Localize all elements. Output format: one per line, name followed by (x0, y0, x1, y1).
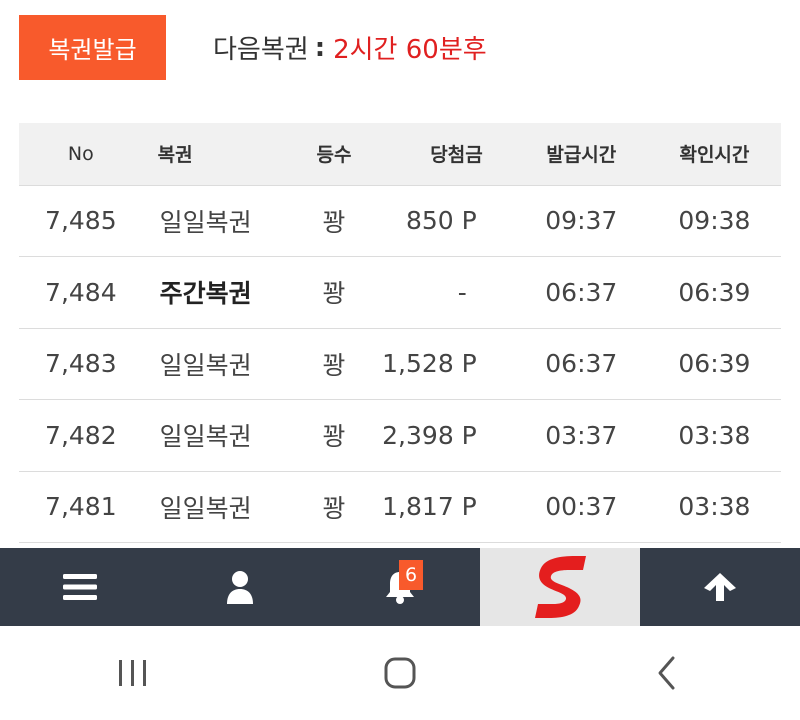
notification-badge: 6 (399, 560, 423, 590)
user-icon (227, 571, 253, 604)
home-icon (384, 657, 416, 689)
cell-rank: 꽝 (299, 256, 369, 329)
cell-lottery: 일일복권 (142, 328, 300, 400)
cell-checked: 06:39 (647, 328, 781, 400)
next-lottery-label: 다음복권 (213, 35, 309, 65)
cell-issued: 06:37 (514, 328, 648, 400)
cell-prize: 2,398 P (368, 399, 515, 472)
cell-issued: 06:37 (514, 256, 648, 329)
back-icon (658, 656, 675, 690)
menu-button[interactable] (0, 548, 160, 626)
col-header-checked: 확인시간 (647, 123, 781, 186)
site-logo (535, 556, 586, 618)
home-button[interactable] (370, 643, 430, 703)
col-header-lottery: 복권 (142, 123, 300, 186)
cell-no: 7,481 (19, 471, 143, 543)
cell-issued: 00:37 (514, 471, 648, 543)
cell-prize: 1,817 P (368, 471, 515, 543)
cell-checked: 03:38 (647, 399, 781, 472)
scroll-top-button[interactable] (640, 548, 800, 626)
cell-checked: 03:38 (647, 471, 781, 543)
table-row: 7,481 일일복권 꽝 1,817 P 00:37 03:38 (19, 471, 781, 543)
top-bar: 복권발급 다음복권 : 2시간 60분후 (19, 15, 487, 80)
cell-no: 7,485 (19, 185, 143, 257)
table-row: 7,483 일일복권 꽝 1,528 P 06:37 06:39 (19, 328, 781, 400)
col-header-no: No (19, 123, 143, 186)
cell-lottery: 일일복권 (142, 399, 300, 472)
back-button[interactable] (637, 643, 697, 703)
cell-rank: 꽝 (299, 471, 369, 543)
next-lottery-colon: : (314, 32, 326, 63)
cell-rank: 꽝 (299, 399, 369, 472)
next-lottery-info: 다음복권 : 2시간 60분후 (213, 29, 487, 66)
table-header-row: No 복권 등수 당첨금 발급시간 확인시간 (19, 123, 781, 186)
cell-no: 7,483 (19, 328, 143, 400)
arrow-up-icon (704, 573, 736, 601)
table-row: 7,485 일일복권 꽝 850 P 09:37 09:38 (19, 185, 781, 257)
col-header-prize: 당첨금 (368, 123, 515, 186)
cell-rank: 꽝 (299, 328, 369, 400)
next-lottery-time: 2시간 60분후 (333, 35, 487, 65)
lottery-history-table: No 복권 등수 당첨금 발급시간 확인시간 7,485 일일복권 꽝 850 … (19, 123, 781, 543)
table-row: 7,482 일일복권 꽝 2,398 P 03:37 03:38 (19, 399, 781, 472)
cell-issued: 09:37 (514, 185, 648, 257)
table-row: 7,484 주간복권 꽝 - 06:37 06:39 (19, 256, 781, 329)
cell-checked: 09:38 (647, 185, 781, 257)
profile-button[interactable] (160, 548, 320, 626)
cell-prize: - (368, 256, 515, 329)
cell-rank: 꽝 (299, 185, 369, 257)
cell-prize: 850 P (368, 185, 515, 257)
menu-icon (63, 574, 97, 600)
cell-prize: 1,528 P (368, 328, 515, 400)
recent-apps-icon (119, 660, 147, 686)
cell-issued: 03:37 (514, 399, 648, 472)
system-nav-bar (0, 626, 800, 720)
site-logo-button[interactable] (480, 548, 640, 626)
cell-no: 7,482 (19, 399, 143, 472)
cell-no: 7,484 (19, 256, 143, 329)
col-header-rank: 등수 (299, 123, 369, 186)
cell-checked: 06:39 (647, 256, 781, 329)
issue-lottery-button[interactable]: 복권발급 (19, 15, 166, 80)
col-header-issued: 발급시간 (514, 123, 648, 186)
cell-lottery: 일일복권 (142, 185, 300, 257)
cell-lottery: 주간복권 (142, 256, 300, 329)
recent-apps-button[interactable] (103, 643, 163, 703)
cell-lottery: 일일복권 (142, 471, 300, 543)
